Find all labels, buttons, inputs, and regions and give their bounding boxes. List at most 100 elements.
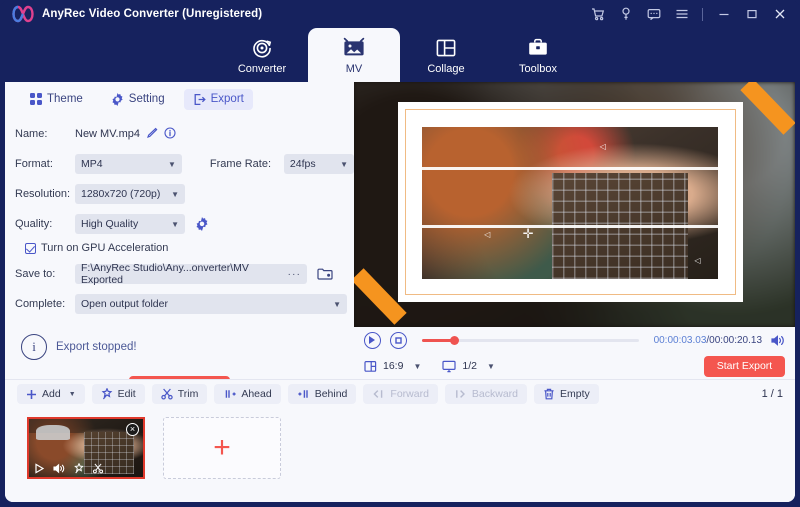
tab-mv-label: MV <box>345 62 363 75</box>
resolution-select[interactable]: 1280x720 (720p) ▼ <box>75 184 185 204</box>
quality-label: Quality: <box>15 218 53 230</box>
format-label: Format: <box>15 158 53 170</box>
subtab-theme[interactable]: Theme <box>21 89 92 109</box>
current-time: 00:00:03.03 <box>653 334 707 346</box>
play-icon[interactable] <box>364 331 381 349</box>
add-clip-card[interactable]: + <box>163 417 281 479</box>
scissors-icon <box>161 388 173 400</box>
time-display: 00:00:03.03/00:00:20.13 <box>654 335 762 346</box>
trim-button-label: Trim <box>177 388 199 400</box>
saveto-path-input[interactable]: F:\AnyRec Studio\Any...onverter\MV Expor… <box>75 262 307 286</box>
subtab-setting[interactable]: Setting <box>102 89 174 110</box>
content-shell: Theme Setting Export Name: New MV.mp4 Fo… <box>5 82 795 502</box>
zoom-scale-select[interactable]: 1/2 ▼ <box>442 360 495 373</box>
volume-icon[interactable] <box>771 334 785 347</box>
video-preview[interactable]: ◁ ◁ ◁ ✛ <box>354 82 795 327</box>
edit-button[interactable]: Edit <box>91 384 145 404</box>
tab-collage-label: Collage <box>427 62 465 75</box>
cart-icon[interactable] <box>590 7 605 22</box>
aspect-ratio-select[interactable]: 16:9 ▼ <box>364 360 421 373</box>
chevron-down-icon[interactable]: ▼ <box>69 391 76 398</box>
framerate-select[interactable]: 24fps ▼ <box>283 154 354 174</box>
gpu-acceleration-row[interactable]: Turn on GPU Acceleration <box>25 242 354 254</box>
resolution-value: 1280x720 (720p) <box>81 188 161 200</box>
close-button[interactable] <box>772 7 787 22</box>
behind-button[interactable]: Behind <box>287 384 357 404</box>
quality-select[interactable]: High Quality ▼ <box>75 214 185 234</box>
chevron-down-icon: ▼ <box>171 189 179 199</box>
empty-button[interactable]: Empty <box>534 384 599 404</box>
name-row: Name: New MV.mp4 <box>15 122 354 146</box>
app-window: AnyRec Video Converter (Unregistered) Co… <box>0 0 800 507</box>
chevron-down-icon: ▼ <box>333 299 341 309</box>
clip-toolbar: Add ▼ Edit Trim Ahead Behind Forward Bac… <box>5 379 795 408</box>
info-icon[interactable] <box>164 126 176 142</box>
maximize-button[interactable] <box>744 7 759 22</box>
behind-button-label: Behind <box>314 388 348 400</box>
move-forward-icon <box>373 390 383 398</box>
tab-converter[interactable]: Converter <box>216 28 308 82</box>
clip-trim-scissors-icon[interactable] <box>92 463 104 474</box>
clip-subject-cap <box>35 424 71 440</box>
app-logo-icon <box>10 3 36 25</box>
clip-play-icon[interactable] <box>34 463 46 474</box>
ahead-button[interactable]: Ahead <box>214 384 281 404</box>
aspect-ratio-value: 16:9 <box>383 360 404 372</box>
playback-row: 00:00:03.03/00:00:20.13 <box>354 327 795 353</box>
minimize-button[interactable] <box>716 7 731 22</box>
converter-icon <box>251 36 273 60</box>
add-button[interactable]: Add ▼ <box>17 384 85 404</box>
progress-slider[interactable] <box>422 335 639 345</box>
clip-item[interactable]: × <box>27 417 145 479</box>
title-bar: AnyRec Video Converter (Unregistered) <box>0 0 800 28</box>
format-value: MP4 <box>81 158 103 170</box>
quality-value: High Quality <box>81 218 139 230</box>
add-button-label: Add <box>42 388 61 400</box>
gear-icon <box>112 92 123 106</box>
clip-edit-wand-icon[interactable] <box>73 463 85 474</box>
trim-button[interactable]: Trim <box>151 384 208 404</box>
feedback-icon[interactable] <box>646 7 661 22</box>
chevron-down-icon: ▼ <box>167 159 176 169</box>
play-triangle-marker: ◁ <box>694 256 701 266</box>
remove-clip-button[interactable]: × <box>126 423 139 436</box>
clip-volume-icon[interactable] <box>53 463 66 474</box>
quality-settings-gear-icon[interactable] <box>195 217 209 231</box>
collage-icon <box>435 36 457 60</box>
tab-mv[interactable]: MV <box>308 28 400 82</box>
status-message: Export stopped! <box>56 341 137 353</box>
resolution-row: Resolution: 1280x720 (720p) ▼ <box>15 182 354 206</box>
tab-toolbox[interactable]: Toolbox <box>492 28 584 82</box>
chevron-down-icon: ▼ <box>413 361 422 371</box>
monitor-icon <box>442 360 456 372</box>
aspect-icon <box>364 360 377 372</box>
play-triangle-marker: ◁ <box>599 142 606 152</box>
complete-select[interactable]: Open output folder ▼ <box>75 294 347 314</box>
total-time: 00:00:20.13 <box>709 334 762 346</box>
progress-knob[interactable] <box>450 335 460 345</box>
page-counter: 1 / 1 <box>761 388 783 400</box>
rename-pencil-icon[interactable] <box>146 127 158 142</box>
format-select[interactable]: MP4 ▼ <box>75 154 182 174</box>
format-row: Format: MP4 ▼ Frame Rate: 24fps ▼ <box>15 152 354 176</box>
name-value: New MV.mp4 <box>75 128 141 140</box>
chevron-down-icon: ▼ <box>340 159 348 169</box>
insert-behind-icon <box>298 390 308 398</box>
complete-value: Open output folder <box>81 298 168 310</box>
name-label: Name: <box>15 128 48 140</box>
zoom-scale-value: 1/2 <box>462 360 477 372</box>
tab-collage[interactable]: Collage <box>400 28 492 82</box>
gpu-label: Turn on GPU Acceleration <box>41 242 169 254</box>
menu-icon[interactable] <box>674 7 689 22</box>
export-icon <box>194 93 206 105</box>
subtab-export[interactable]: Export <box>183 88 253 110</box>
forward-button: Forward <box>363 384 438 404</box>
gpu-checkbox[interactable] <box>25 242 36 254</box>
browse-ellipsis-button[interactable]: ··· <box>288 268 302 280</box>
window-controls <box>590 7 800 22</box>
open-folder-icon[interactable] <box>315 264 335 284</box>
stop-icon[interactable] <box>390 331 407 349</box>
start-export-button-preview[interactable]: Start Export <box>704 355 785 377</box>
key-icon[interactable] <box>618 7 633 22</box>
grid-icon <box>30 93 42 105</box>
